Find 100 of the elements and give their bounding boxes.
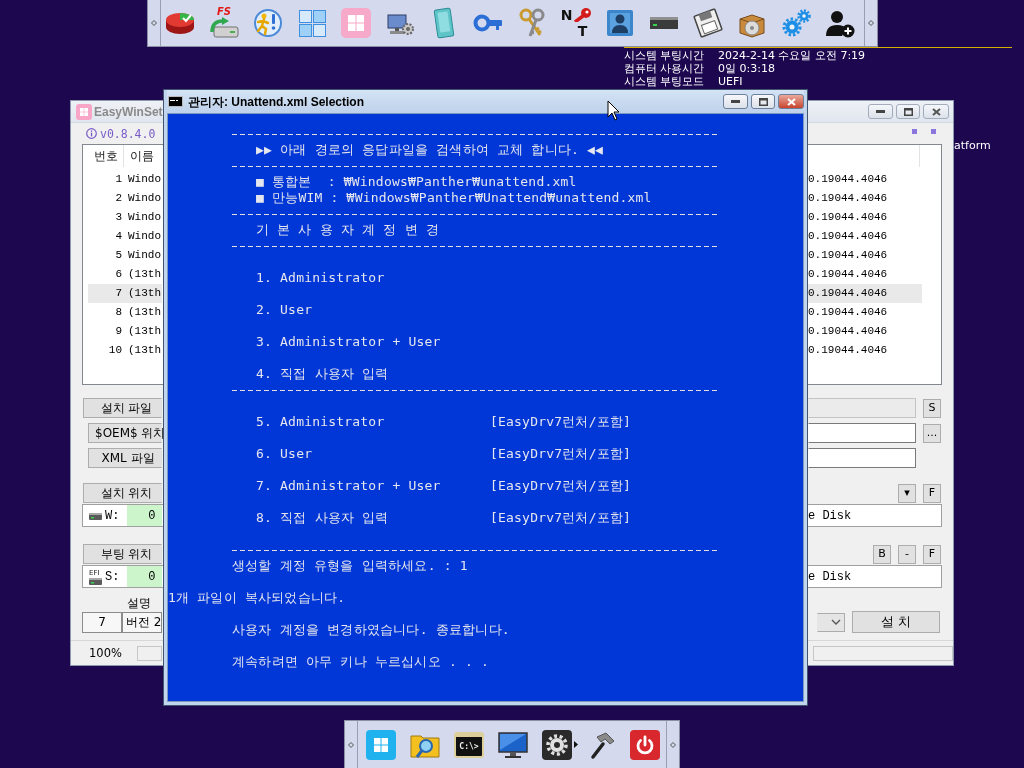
close-button[interactable] [923,104,949,119]
terminal-icon[interactable]: C:\> [454,731,484,758]
list-row[interactable]: 0.19044.4046 [808,189,922,208]
drive-letter: S: [105,568,120,585]
list-row[interactable]: 0.19044.4046 [808,170,922,189]
column-header[interactable]: 번호 [93,148,118,164]
list-row[interactable]: 0.19044.4046 [808,284,922,303]
gears-icon[interactable] [780,7,812,39]
row-number: 10 [107,343,123,358]
option-tag: [EasyDrv7런처/포함] [490,414,632,430]
window-title: EasyWinSet [94,103,163,120]
info-value: 0일 0:3:18 [718,62,776,75]
disk-name: e Disk [808,568,853,585]
image-name: Windo [128,172,161,187]
grip-icon[interactable] [868,20,874,26]
user-profile-icon[interactable] [604,7,636,39]
monitor-icon[interactable] [498,729,528,760]
path-field[interactable] [808,448,916,468]
location-button[interactable]: 부팅 위치 [83,544,162,564]
maximize-icon[interactable] [903,107,913,116]
list-row[interactable]: 6 (13th [88,265,162,284]
column-header[interactable]: 이름 [130,148,154,164]
list-row[interactable]: 0.19044.4046 [808,246,922,265]
console-heading: ▶▶ 아래 경로의 응답파일을 검색하여 교체 합니다. ◀◀ [256,142,604,158]
image-version: 0.19044.4046 [808,210,888,225]
menu-option: 3. Administrator + User [256,334,441,350]
image-name: (13th [128,343,161,358]
list-row[interactable]: 0.19044.4046 [808,265,922,284]
side-button[interactable]: ... [923,423,941,443]
row-number: 4 [114,229,123,244]
tool-button[interactable]: ▾ [898,483,916,503]
maximize-button[interactable] [751,94,775,109]
image-name: Windo [128,191,161,206]
tool-button[interactable]: B [873,544,891,564]
file-button[interactable]: XML 파일 [88,448,162,468]
maximize-icon[interactable] [758,97,768,106]
list-row[interactable]: 9 (13th [88,322,162,341]
row-number: 9 [114,324,123,339]
maximize-button[interactable] [896,104,920,119]
tool-button[interactable]: F [923,544,941,564]
minimize-button[interactable] [868,104,893,119]
row-number: 6 [114,267,123,282]
path-line: ■ 만능WIM : ₩Windows₩Panther₩Unattend₩unattend.xml [256,190,652,206]
edition-field: 버전 2 [122,611,162,633]
row-number: 3 [114,210,123,225]
info-value: 2024-2-14 수요일 오전 7:19 [718,49,866,62]
menu-option: 5. Administrator [256,414,385,430]
location-button[interactable]: 설치 위치 [83,483,162,503]
submenu-arrow-icon[interactable] [574,741,578,748]
menu-option: 4. 직접 사용자 입력 [256,366,389,382]
drive-arrow-icon[interactable] [208,17,240,39]
list-row[interactable]: 1 Windo [88,170,162,189]
file-button[interactable]: $OEM$ 위치 [88,423,162,443]
console-message: 사용자 계정을 변경하였습니다. 종료합니다. [232,622,510,638]
edition-dropdown[interactable] [817,612,845,632]
grid-icon[interactable] [296,7,328,39]
list-row[interactable]: 4 Windo [88,227,162,246]
path-field[interactable] [808,423,916,443]
windows-logo-icon[interactable] [366,729,396,760]
close-icon[interactable] [931,107,941,116]
icon-letter: N [560,7,573,22]
drive-letter: W: [105,507,120,524]
console-message: 계속하려면 아무 키나 누르십시오 . . . [232,654,490,670]
list-row[interactable]: 0.19044.4046 [808,208,922,227]
list-row[interactable]: 5 Windo [88,246,162,265]
gear-icon[interactable] [542,729,572,760]
key-icon[interactable] [573,7,592,22]
power-icon[interactable] [630,729,660,760]
prompt-text: C:\> [459,741,479,751]
image-name: Windo [128,248,161,263]
list-row[interactable]: 3 Windo [88,208,162,227]
install-button[interactable]: 설 치 [852,611,940,633]
list-row[interactable]: 8 (13th [88,303,162,322]
minimize-button[interactable] [723,94,748,109]
close-button[interactable] [778,94,804,109]
side-button[interactable]: S [923,398,941,418]
info-label: 컴퓨터 사용시간 [624,62,706,75]
list-row[interactable]: 2 Windo [88,189,162,208]
list-row[interactable]: 0.19044.4046 [808,322,922,341]
tool-button[interactable]: F [923,483,941,503]
tool-button[interactable]: - [898,544,916,564]
image-name: Windo [128,229,161,244]
image-version: 0.19044.4046 [808,286,888,301]
image-version: 0.19044.4046 [808,248,888,263]
list-row[interactable]: 0.19044.4046 [808,227,922,246]
image-version: 0.19044.4046 [808,324,888,339]
list-row[interactable]: 7 (13th [88,284,162,303]
file-button[interactable]: 설치 파일 [83,398,162,418]
grip-icon[interactable] [348,741,354,748]
list-row[interactable]: 0.19044.4046 [808,303,922,322]
runner-icon[interactable] [252,7,284,39]
indicator-icon [931,129,936,134]
console-icon [168,96,183,107]
grip-icon[interactable] [670,741,676,748]
list-row[interactable]: 10 (13th [88,341,162,360]
option-tag: [EasyDrv7런처/포함] [490,510,632,526]
grip-icon[interactable] [151,20,157,26]
list-row[interactable]: 0.19044.4046 [808,341,922,360]
option-tag: [EasyDrv7런처/포함] [490,478,632,494]
desktop-text: atform [954,139,991,153]
